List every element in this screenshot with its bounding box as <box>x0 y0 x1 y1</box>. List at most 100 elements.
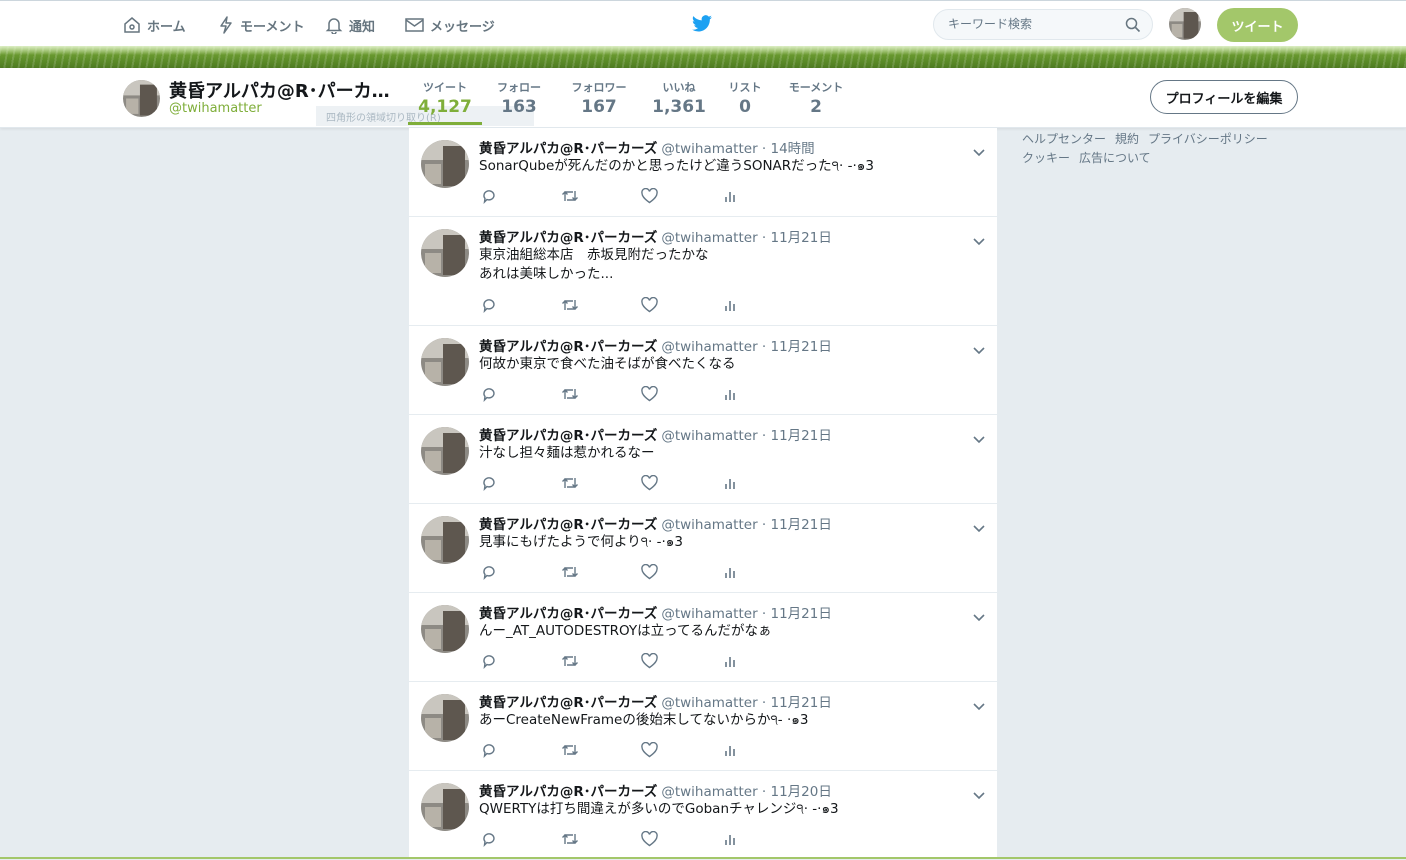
retweet-button[interactable] <box>561 297 579 316</box>
reply-button[interactable] <box>481 742 497 762</box>
tweet-menu-button[interactable] <box>973 231 985 250</box>
tweet-menu-button[interactable] <box>973 429 985 448</box>
tweet-author-handle[interactable]: @twihamatter <box>661 141 757 157</box>
nav-messages[interactable]: メッセージ <box>405 15 495 35</box>
footer-link-help[interactable]: ヘルプセンター <box>1022 132 1106 146</box>
tweet-author-name[interactable]: 黄昏アルパカ@R･パーカーズ <box>479 784 657 800</box>
tweet-menu-button[interactable] <box>973 518 985 537</box>
tweet-item[interactable]: 黄昏アルパカ@R･パーカーズ @twihamatter · 11月21日 東京油組総… <box>409 217 997 326</box>
tweet-timestamp[interactable]: · 11月21日 <box>762 428 832 444</box>
nav-notifications[interactable]: 通知 <box>325 15 375 35</box>
tweet-author-name[interactable]: 黄昏アルパカ@R･パーカーズ <box>479 141 657 157</box>
tweet-author-handle[interactable]: @twihamatter <box>661 230 757 246</box>
tweet-timestamp[interactable]: · 11月21日 <box>762 517 832 533</box>
retweet-button[interactable] <box>561 742 579 761</box>
reply-button[interactable] <box>481 297 497 317</box>
tweet-avatar[interactable] <box>421 516 469 564</box>
tweet-item[interactable]: 黄昏アルパカ@R･パーカーズ @twihamatter · 11月20日 QWERT… <box>409 771 997 860</box>
stat-tweets[interactable]: ツイート 4,127 <box>408 79 482 125</box>
analytics-button[interactable] <box>723 386 737 405</box>
like-button[interactable] <box>641 563 658 584</box>
stat-likes[interactable]: いいね 1,361 <box>652 79 706 117</box>
user-avatar-menu[interactable] <box>1169 8 1201 40</box>
analytics-button[interactable] <box>723 653 737 672</box>
tweet-timestamp[interactable]: · 11月21日 <box>762 695 832 711</box>
search-input[interactable] <box>946 16 1130 32</box>
tweet-menu-button[interactable] <box>973 696 985 715</box>
footer-link-cookies[interactable]: クッキー <box>1022 151 1070 165</box>
analytics-button[interactable] <box>723 742 737 761</box>
like-button[interactable] <box>641 741 658 762</box>
tweet-button[interactable]: ツイート <box>1217 8 1298 42</box>
nav-moments[interactable]: モーメント <box>218 15 304 35</box>
tweet-author-handle[interactable]: @twihamatter <box>661 606 757 622</box>
tweet-item[interactable]: 黄昏アルパカ@R･パーカーズ @twihamatter · 11月21日 何故か東京… <box>409 326 997 415</box>
footer-link-privacy[interactable]: プライバシーポリシー <box>1148 132 1268 146</box>
stat-following[interactable]: フォロー 163 <box>492 79 546 117</box>
tweet-timestamp[interactable]: · 11月21日 <box>762 230 832 246</box>
tweet-timestamp[interactable]: · 11月21日 <box>762 339 832 355</box>
footer-link-ads[interactable]: 広告について <box>1079 151 1151 165</box>
analytics-button[interactable] <box>723 564 737 583</box>
tweet-author-handle[interactable]: @twihamatter <box>661 517 757 533</box>
footer-link-terms[interactable]: 規約 <box>1115 132 1139 146</box>
tweet-avatar[interactable] <box>421 783 469 831</box>
retweet-button[interactable] <box>561 564 579 583</box>
analytics-button[interactable] <box>723 188 737 207</box>
reply-button[interactable] <box>481 188 497 208</box>
tweet-avatar[interactable] <box>421 338 469 386</box>
analytics-button[interactable] <box>723 831 737 850</box>
stat-moments[interactable]: モーメント 2 <box>784 79 848 117</box>
nav-home[interactable]: ホーム <box>123 15 186 35</box>
edit-profile-button[interactable]: プロフィールを編集 <box>1150 80 1298 114</box>
reply-button[interactable] <box>481 386 497 406</box>
tweet-item[interactable]: 黄昏アルパカ@R･パーカーズ @twihamatter · 11月21日 見事にもげ… <box>409 504 997 593</box>
analytics-button[interactable] <box>723 475 737 494</box>
tweet-item[interactable]: 黄昏アルパカ@R･パーカーズ @twihamatter · 11月21日 汁なし担々… <box>409 415 997 504</box>
retweet-button[interactable] <box>561 653 579 672</box>
tweet-timestamp[interactable]: · 11月20日 <box>762 784 832 800</box>
like-button[interactable] <box>641 385 658 406</box>
retweet-button[interactable] <box>561 475 579 494</box>
tweet-author-name[interactable]: 黄昏アルパカ@R･パーカーズ <box>479 606 657 622</box>
tweet-item[interactable]: 黄昏アルパカ@R･パーカーズ @twihamatter · 11月21日 んー_AT… <box>409 593 997 682</box>
tweet-avatar[interactable] <box>421 229 469 277</box>
tweet-avatar[interactable] <box>421 427 469 475</box>
like-button[interactable] <box>641 474 658 495</box>
like-button[interactable] <box>641 652 658 673</box>
profile-handle[interactable]: @twihamatter <box>169 101 262 116</box>
search-icon[interactable] <box>1125 17 1141 33</box>
like-button[interactable] <box>641 187 658 208</box>
like-button[interactable] <box>641 296 658 317</box>
reply-button[interactable] <box>481 475 497 495</box>
tweet-menu-button[interactable] <box>973 142 985 161</box>
tweet-item[interactable]: 黄昏アルパカ@R･パーカーズ @twihamatter · 14時間 SonarQu… <box>409 128 997 217</box>
tweet-avatar[interactable] <box>421 694 469 742</box>
retweet-button[interactable] <box>561 386 579 405</box>
retweet-button[interactable] <box>561 188 579 207</box>
tweet-author-handle[interactable]: @twihamatter <box>661 339 757 355</box>
tweet-avatar[interactable] <box>421 605 469 653</box>
tweet-timestamp[interactable]: · 14時間 <box>762 141 815 157</box>
tweet-author-name[interactable]: 黄昏アルパカ@R･パーカーズ <box>479 428 657 444</box>
profile-name[interactable]: 黄昏アルパカ@R･パーカ… <box>169 77 390 103</box>
twitter-bird-logo[interactable] <box>691 15 713 37</box>
tweet-item[interactable]: 黄昏アルパカ@R･パーカーズ @twihamatter · 11月21日 あーCre… <box>409 682 997 771</box>
tweet-author-name[interactable]: 黄昏アルパカ@R･パーカーズ <box>479 339 657 355</box>
tweet-author-handle[interactable]: @twihamatter <box>661 695 757 711</box>
stat-lists[interactable]: リスト 0 <box>722 79 768 117</box>
tweet-menu-button[interactable] <box>973 340 985 359</box>
tweet-author-handle[interactable]: @twihamatter <box>661 428 757 444</box>
like-button[interactable] <box>641 830 658 851</box>
reply-button[interactable] <box>481 564 497 584</box>
analytics-button[interactable] <box>723 297 737 316</box>
retweet-button[interactable] <box>561 831 579 850</box>
tweet-menu-button[interactable] <box>973 607 985 626</box>
tweet-author-name[interactable]: 黄昏アルパカ@R･パーカーズ <box>479 517 657 533</box>
tweet-avatar[interactable] <box>421 140 469 188</box>
tweet-author-handle[interactable]: @twihamatter <box>661 784 757 800</box>
reply-button[interactable] <box>481 653 497 673</box>
tweet-timestamp[interactable]: · 11月21日 <box>762 606 832 622</box>
tweet-author-name[interactable]: 黄昏アルパカ@R･パーカーズ <box>479 230 657 246</box>
profile-avatar[interactable] <box>123 80 160 117</box>
